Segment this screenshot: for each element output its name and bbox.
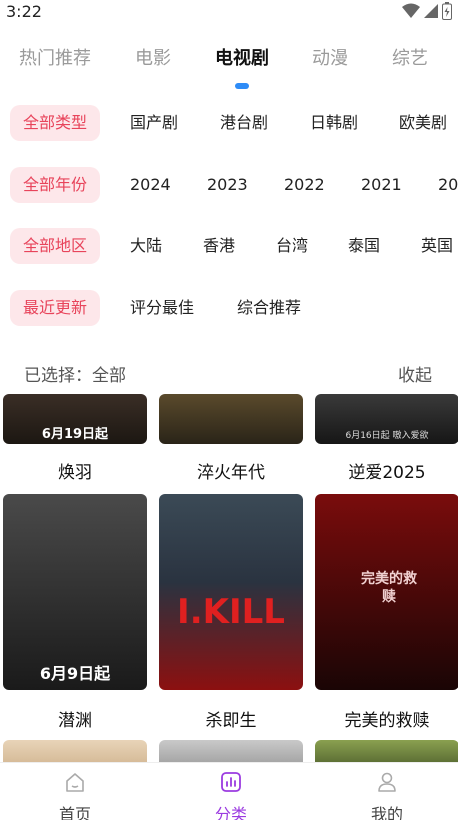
filter-region-mainland[interactable]: 大陆 [130, 228, 162, 264]
tab-variety[interactable]: 综艺 [392, 44, 428, 70]
filter-type-mainland[interactable]: 国产剧 [130, 105, 178, 141]
signal-icon [424, 4, 438, 18]
home-icon [66, 773, 84, 792]
status-bar: 3:22 [0, 0, 458, 24]
poster-caption: 完美的救赎 [361, 571, 417, 605]
sort-latest[interactable]: 最近更新 [10, 290, 101, 326]
show-title: 完美的救赎 [344, 711, 430, 731]
category-tabs: 热门推荐 电影 电视剧 动漫 综艺 [0, 44, 458, 84]
collapse-button[interactable]: 收起 [398, 361, 432, 386]
selected-filters-label: 已选择：全部 [24, 366, 126, 386]
show-poster: 6月9日起 [3, 494, 147, 690]
poster-caption: 6月19日起 [41, 427, 109, 442]
show-poster: 完美的救赎 [315, 494, 458, 690]
show-title: 潜渊 [58, 711, 92, 731]
filter-year-more[interactable]: 20 [438, 167, 458, 203]
show-title: 杀即生 [205, 711, 257, 731]
show-poster [3, 740, 147, 762]
tab-hot[interactable]: 热门推荐 [19, 44, 91, 70]
filter-type-west[interactable]: 欧美剧 [399, 105, 447, 141]
show-title: 逆爱2025 [348, 463, 426, 483]
filter-year-2022[interactable]: 2022 [284, 167, 325, 203]
show-poster [315, 740, 458, 762]
nav-category-label: 分类 [214, 805, 247, 820]
poster-caption: 6月16日起 嗷入爱欲 [345, 431, 429, 441]
profile-icon [378, 772, 396, 792]
filter-type-jpkr[interactable]: 日韩剧 [310, 105, 358, 141]
show-poster: I.KILL [159, 494, 303, 690]
nav-category[interactable]: 分类 [181, 763, 281, 820]
nav-profile[interactable]: 我的 [337, 763, 437, 820]
filter-row-sort: 最近更新 评分最佳 综合推荐 [0, 290, 458, 326]
show-poster [159, 740, 303, 762]
tab-movie[interactable]: 电影 [135, 44, 171, 70]
filter-row-type: 全部类型 国产剧 港台剧 日韩剧 欧美剧 [0, 105, 458, 141]
filter-year-2024[interactable]: 2024 [130, 167, 171, 203]
filter-region-uk[interactable]: 英国 [421, 228, 453, 264]
show-grid: 6月19日起 焕羽 淬火年代 6月16日起 嗷入爱欲 逆爱2025 6月9日起 … [0, 390, 458, 762]
nav-home[interactable]: 首页 [25, 763, 125, 820]
show-poster: 6月19日起 [3, 394, 147, 444]
nav-profile-label: 我的 [370, 805, 403, 820]
filter-row-year: 全部年份 2024 2023 2022 2021 20 [0, 167, 458, 203]
filter-row-region: 全部地区 大陆 香港 台湾 泰国 英国 [0, 228, 458, 264]
show-title: 焕羽 [58, 463, 92, 483]
status-icons [402, 2, 452, 20]
sort-recommended[interactable]: 综合推荐 [237, 290, 301, 326]
filter-region-taiwan[interactable]: 台湾 [276, 228, 308, 264]
show-poster: 6月16日起 嗷入爱欲 [315, 394, 458, 444]
filter-region-hongkong[interactable]: 香港 [203, 228, 235, 264]
filter-year-all[interactable]: 全部年份 [10, 167, 101, 203]
show-title: 淬火年代 [197, 463, 265, 483]
show-poster [159, 394, 303, 444]
tab-tv-series[interactable]: 电视剧 [215, 44, 269, 70]
nav-home-label: 首页 [58, 805, 91, 820]
bottom-nav: 首页 分类 我的 [0, 762, 458, 820]
filter-region-thailand[interactable]: 泰国 [348, 228, 380, 264]
poster-caption: I.KILL [177, 592, 285, 632]
filter-type-all[interactable]: 全部类型 [10, 105, 101, 141]
battery-icon [442, 2, 452, 20]
wifi-icon [402, 3, 420, 18]
filter-region-all[interactable]: 全部地区 [10, 228, 101, 264]
filter-year-2023[interactable]: 2023 [207, 167, 248, 203]
tab-anime[interactable]: 动漫 [312, 44, 348, 70]
sort-top-rated[interactable]: 评分最佳 [130, 290, 194, 326]
filter-type-hktw[interactable]: 港台剧 [220, 105, 268, 141]
status-time: 3:22 [6, 2, 42, 21]
tab-indicator [235, 83, 249, 89]
poster-caption: 6月9日起 [39, 664, 111, 683]
category-icon [221, 772, 241, 792]
filter-year-2021[interactable]: 2021 [361, 167, 402, 203]
